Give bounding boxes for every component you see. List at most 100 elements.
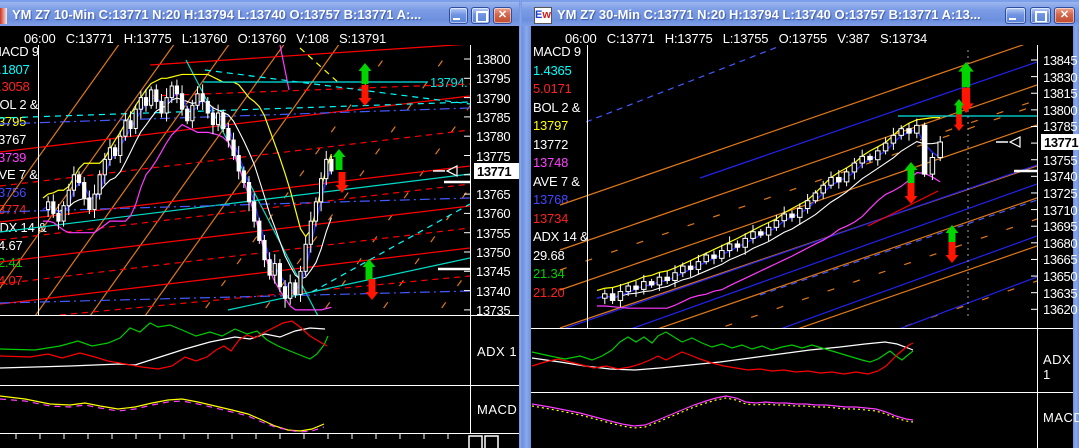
adx-line-green [0,323,328,359]
candle-body [907,129,912,133]
candle-body [124,121,127,136]
candle-body [304,244,307,271]
bollinger-upper [597,118,940,291]
candle-body [837,177,842,181]
candle-body [47,202,50,210]
adx-line-red [0,321,327,369]
candle-body [294,283,297,295]
candle-body [325,159,328,178]
candle-body [206,101,209,113]
candle-body [790,214,795,217]
trendline-orange [0,36,125,330]
right_window-chart-layer [560,40,1037,340]
candle-body [139,98,142,110]
candle-body [83,183,86,198]
candle-body [735,244,740,247]
signal-down-arrow [946,242,959,263]
candle-body [299,271,302,294]
candle-body [922,125,927,174]
candle-body [62,206,65,221]
candle-body [930,158,935,175]
chart-canvas[interactable] [0,0,1079,448]
signal-up-arrow [958,62,974,87]
trendline-blue [600,184,1037,340]
last-price-arrow-icon [1010,137,1020,147]
candle-body [273,264,276,276]
scrollbar-button[interactable] [469,436,482,448]
candle-body [289,283,292,298]
signal-up-arrow [359,63,372,84]
candle-body [829,177,834,185]
candle-body [649,282,654,285]
signal-up-arrow [905,162,918,183]
trendline-blue2 [0,291,470,303]
candle-body [134,109,137,128]
macd-line-yellow [532,398,913,428]
trendline-red [868,191,938,226]
macd-line-magenta [532,396,913,426]
candle-body [681,266,686,273]
candle-body [720,251,725,259]
candle-body [57,213,60,221]
candle-body [180,94,183,109]
candle-body [610,294,615,301]
candle-body [618,292,623,301]
candle-body [743,238,748,247]
candle-body [798,208,803,217]
left_window-chart-layer [0,36,636,382]
candle-body [155,90,158,102]
candle-body [119,136,122,155]
candle-body [77,175,80,183]
candle-body [320,179,323,202]
trendline-orange [560,105,1037,270]
trendline-orange [80,36,290,330]
trendline-orange [135,36,345,330]
candle-body [165,98,168,113]
candle-body [688,266,693,269]
signal-up-arrow [333,149,346,170]
candle-body [278,264,281,287]
candle-body [938,142,943,158]
candle-body [766,227,771,235]
candle-body [727,244,732,251]
candle-body [283,287,286,299]
candle-body [665,277,670,280]
candle-body [196,94,199,106]
candle-body [852,163,857,172]
candle-body [899,129,904,136]
candle-body [860,156,865,163]
candle-body [704,255,709,262]
candle-body [150,90,153,105]
candle-body [201,94,204,102]
candle-body [268,260,271,275]
candle-body [222,113,225,128]
candle-body [751,232,756,239]
trendline-blue [750,236,1037,340]
candle-body [712,255,717,258]
candle-body [52,202,55,214]
trendline-red [60,276,470,315]
candle-body [915,125,920,133]
trading-app-desktop: YM Z7 10-Min C:13771 N:20 H:13794 L:1374… [0,0,1079,448]
candle-body [98,175,101,194]
candle-body [232,140,235,155]
candle-body [191,105,194,120]
candle-body [170,86,173,98]
candle-body [108,148,111,160]
candle-body [642,282,647,290]
candle-body [844,172,849,182]
candle-body [309,221,312,244]
candle-body [253,202,256,221]
trendline-red [150,44,470,65]
candle-body [103,159,106,174]
candle-body [211,113,214,125]
scrollbar-button[interactable] [485,436,498,448]
signal-down-arrow [366,279,379,300]
candle-body [657,277,662,285]
adx-line-green [532,332,913,362]
trendline-orange [25,36,235,330]
candle-body [330,159,333,171]
candle-body [72,175,75,190]
signal-down-arrow [905,183,918,204]
trendline-red [0,206,470,262]
